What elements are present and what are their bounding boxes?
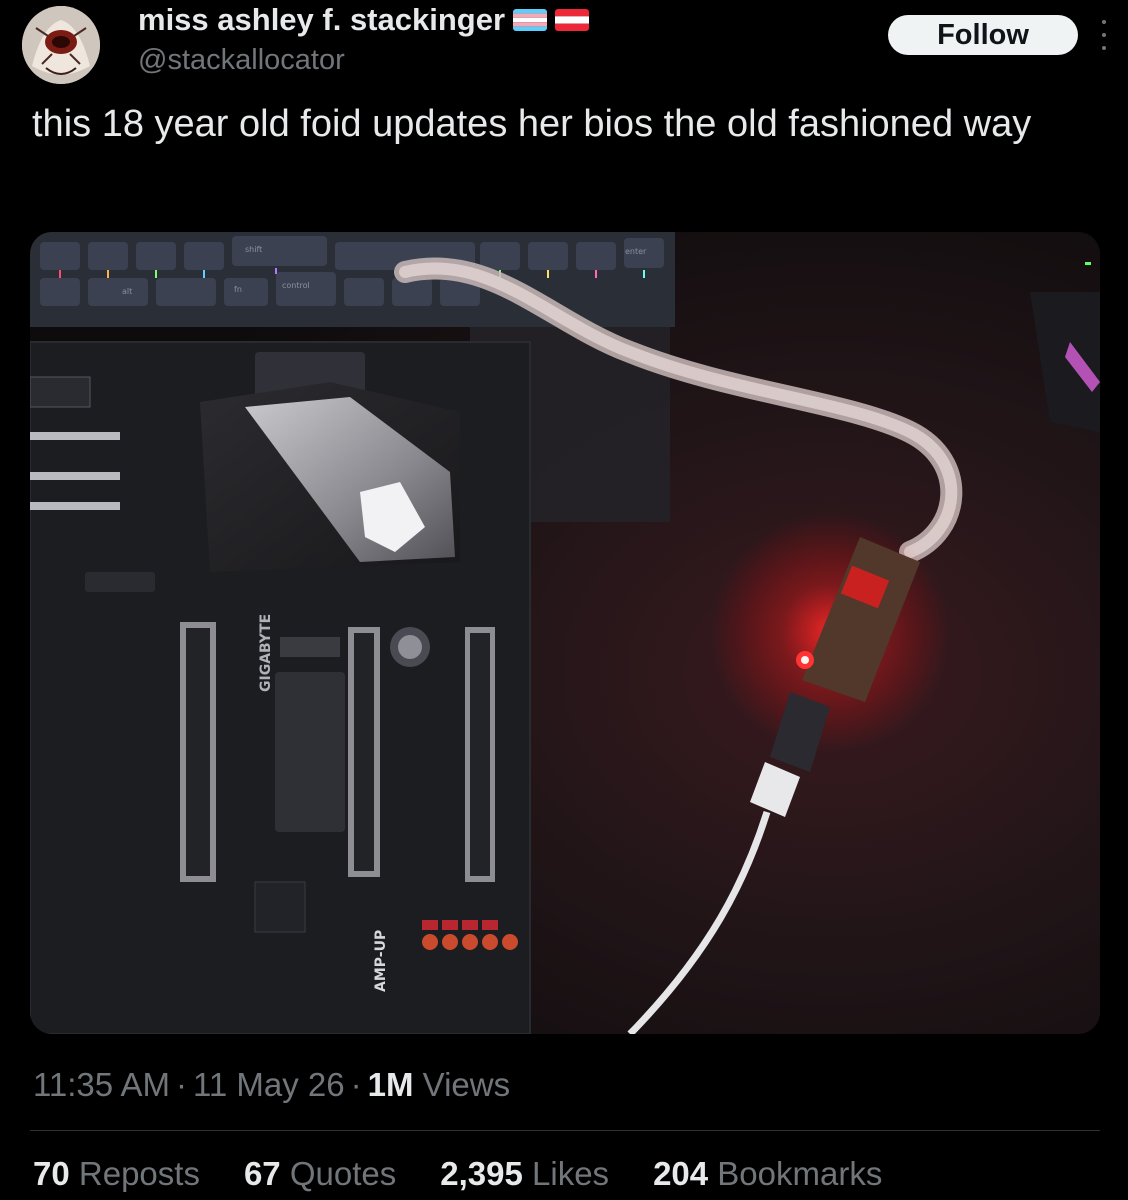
key-label-control: control <box>282 281 310 290</box>
bookmarks-count: 204 <box>653 1155 709 1192</box>
tweet-text: this 18 year old foid updates her bios t… <box>32 103 1032 145</box>
more-options-icon[interactable] <box>1097 20 1111 50</box>
tweet-time[interactable]: 11:35 AM <box>33 1066 170 1103</box>
board-label-gigabyte: GIGABYTE <box>258 614 274 692</box>
divider <box>30 1130 1100 1131</box>
quotes-label: Quotes <box>289 1155 397 1192</box>
author-handle[interactable]: @stackallocator <box>138 44 345 77</box>
tweet-meta: 11:35 AM · 11 May 26 · 1M Views <box>33 1066 511 1103</box>
likes-stat[interactable]: 2,395 Likes <box>440 1155 609 1193</box>
tweet-date[interactable]: 11 May 26 <box>193 1066 345 1103</box>
avatar-image <box>22 6 100 84</box>
key-label-fn: fn <box>234 285 242 294</box>
board-label-ampup: AMP-UP <box>373 930 389 992</box>
key-label-shift: shift <box>245 245 262 254</box>
key-label-enter: enter <box>625 247 647 256</box>
reposts-count: 70 <box>33 1155 70 1192</box>
quotes-stat[interactable]: 67 Quotes <box>244 1155 396 1193</box>
tweet-media-photo[interactable]: shift control alt fn enter GIGABYTE AMP-… <box>30 232 1100 1034</box>
bookmarks-stat[interactable]: 204 Bookmarks <box>653 1155 882 1193</box>
bookmarks-label: Bookmarks <box>717 1155 883 1192</box>
tweet-header: miss ashley f. stackinger @stackallocato… <box>0 0 1128 95</box>
follow-button[interactable]: Follow <box>888 15 1078 55</box>
key-label-alt: alt <box>122 287 132 296</box>
display-name[interactable]: miss ashley f. stackinger <box>138 2 505 38</box>
motherboard-photo: shift control alt fn enter GIGABYTE AMP-… <box>30 232 1100 1034</box>
name-line: miss ashley f. stackinger <box>138 2 590 38</box>
avatar[interactable] <box>22 6 100 84</box>
reposts-label: Reposts <box>78 1155 200 1192</box>
likes-label: Likes <box>532 1155 610 1192</box>
views-count: 1M <box>367 1066 414 1103</box>
quotes-count: 67 <box>243 1155 281 1192</box>
reposts-stat[interactable]: 70 Reposts <box>33 1155 200 1193</box>
transgender-flag-icon <box>513 9 548 31</box>
likes-count: 2,395 <box>440 1155 523 1192</box>
views-label: Views <box>422 1066 511 1103</box>
austria-flag-icon <box>555 9 590 31</box>
engagement-stats: 70 Reposts 67 Quotes 2,395 Likes 204 Boo… <box>33 1155 882 1193</box>
